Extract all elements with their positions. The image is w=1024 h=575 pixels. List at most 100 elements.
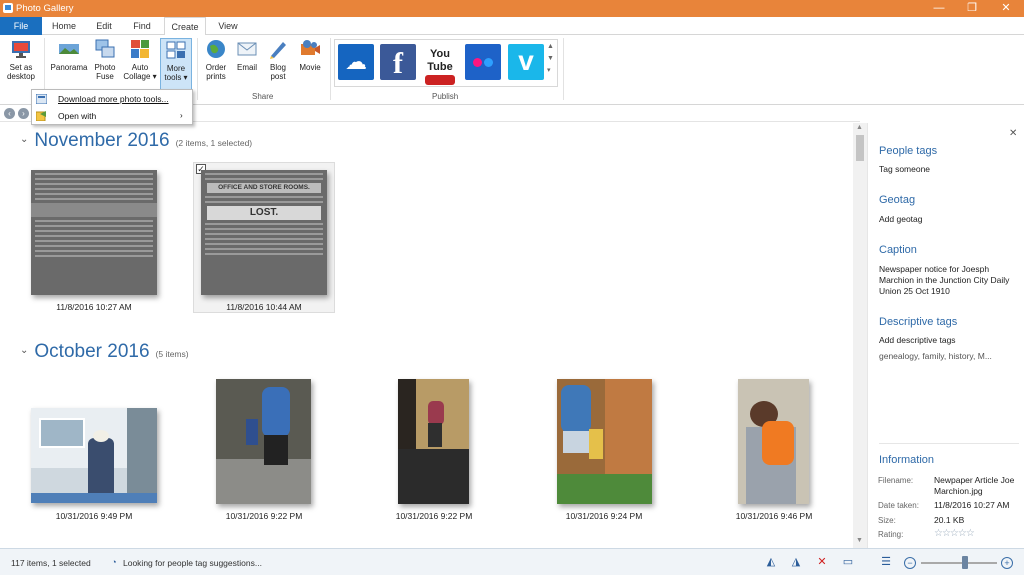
filename-label: Filename: bbox=[878, 476, 914, 485]
thumbnail-caption: 10/31/2016 9:22 PM bbox=[225, 511, 303, 521]
forward-arrow-icon[interactable]: › bbox=[18, 108, 29, 119]
facebook-publish-button[interactable]: f bbox=[380, 44, 416, 80]
more-tools-button[interactable]: More tools ▾ bbox=[160, 38, 192, 90]
rating-stars[interactable]: ☆☆☆☆☆ bbox=[934, 528, 975, 539]
add-descriptive-tags-link[interactable]: Add descriptive tags bbox=[879, 335, 1019, 346]
status-bar: 117 items, 1 selected ◔ Looking for peop… bbox=[0, 548, 1024, 575]
onedrive-publish-button[interactable]: ☁ bbox=[338, 44, 374, 80]
scrollbar-thumb[interactable] bbox=[856, 135, 864, 161]
group-summary: (2 items, 1 selected) bbox=[175, 138, 253, 148]
onedrive-icon: ☁ bbox=[345, 49, 367, 74]
submenu-arrow-icon: › bbox=[180, 111, 183, 120]
set-as-desktop-button[interactable]: Set as desktop bbox=[3, 38, 39, 90]
size-value: 20.1 KB bbox=[934, 515, 965, 525]
back-arrow-icon[interactable]: ‹ bbox=[4, 108, 15, 119]
pane-divider bbox=[879, 443, 1019, 444]
button-label: post bbox=[270, 72, 286, 81]
descriptive-tags-heading: Descriptive tags bbox=[879, 316, 958, 328]
group-title: November 2016 bbox=[34, 130, 170, 151]
photo-fuse-button[interactable]: Photo Fuse bbox=[90, 38, 120, 90]
view-details-icon[interactable]: ☰ bbox=[880, 557, 892, 568]
close-pane-icon[interactable]: ✕ bbox=[1009, 128, 1017, 139]
group-label-share: Share bbox=[252, 92, 274, 101]
thumbnail-caption: 10/31/2016 9:24 PM bbox=[565, 511, 643, 521]
add-geotag-link[interactable]: Add geotag bbox=[879, 214, 1019, 225]
window-title: Photo Gallery bbox=[16, 3, 74, 14]
photo-thumbnail[interactable] bbox=[738, 379, 809, 504]
minimize-button[interactable]: — bbox=[922, 0, 956, 17]
info-pane: ✕ People tags Tag someone Geotag Add geo… bbox=[867, 123, 1024, 548]
zoom-slider-track[interactable] bbox=[921, 562, 997, 564]
tag-someone-link[interactable]: Tag someone bbox=[879, 164, 1019, 175]
photo-thumbnail[interactable] bbox=[398, 379, 469, 504]
desktop-icon bbox=[12, 41, 30, 58]
collage-icon bbox=[131, 40, 149, 58]
newspaper-subhead: OFFICE AND STORE ROOMS. bbox=[207, 183, 321, 193]
rotate-left-icon[interactable]: ◭ bbox=[765, 557, 777, 568]
group-summary: (5 items) bbox=[155, 349, 189, 359]
publish-gallery-scroll[interactable]: ▲ ▼ ▾ bbox=[547, 41, 554, 77]
zoom-slider-knob[interactable] bbox=[962, 556, 968, 569]
information-heading: Information bbox=[879, 454, 935, 466]
photo-thumbnail-selected[interactable]: OFFICE AND STORE ROOMS. LOST. bbox=[201, 170, 327, 295]
tab-view[interactable]: View bbox=[208, 17, 248, 35]
tab-create[interactable]: Create bbox=[164, 17, 206, 36]
button-label: Order bbox=[205, 63, 227, 72]
menu-item-download-more-tools[interactable]: Download more photo tools... bbox=[32, 91, 192, 107]
photo-thumbnail[interactable] bbox=[216, 379, 311, 504]
order-prints-button[interactable]: Order prints bbox=[201, 38, 231, 90]
scroll-up-icon[interactable]: ▲ bbox=[856, 124, 863, 131]
youtube-icon: You Tube bbox=[422, 48, 458, 74]
photo-thumbnail[interactable] bbox=[557, 379, 652, 504]
tab-edit[interactable]: Edit bbox=[86, 17, 122, 35]
maximize-button[interactable]: ❐ bbox=[955, 0, 989, 17]
size-label: Size: bbox=[878, 516, 896, 525]
photo-thumbnail[interactable] bbox=[31, 170, 157, 295]
button-label: Movie bbox=[299, 63, 321, 72]
rotate-right-icon[interactable]: ◮ bbox=[790, 557, 802, 568]
movie-button[interactable]: Movie bbox=[295, 38, 325, 90]
vertical-scrollbar[interactable]: ▲ ▼ bbox=[853, 123, 867, 548]
zoom-out-icon[interactable]: − bbox=[904, 557, 916, 569]
zoom-in-icon[interactable]: + bbox=[1001, 557, 1013, 569]
menu-item-label: Download more photo tools... bbox=[58, 94, 169, 104]
clock-icon: ◔ bbox=[111, 557, 117, 567]
panorama-icon bbox=[59, 44, 79, 54]
tab-home[interactable]: Home bbox=[45, 17, 83, 35]
collapse-chevron-icon[interactable]: ⌄ bbox=[20, 345, 28, 356]
delete-icon[interactable]: ✕ bbox=[816, 557, 828, 568]
panorama-button[interactable]: Panorama bbox=[49, 38, 89, 90]
group-title: October 2016 bbox=[34, 341, 150, 362]
vimeo-publish-button[interactable]: v bbox=[508, 44, 544, 80]
collapse-chevron-icon[interactable]: ⌄ bbox=[20, 134, 28, 145]
blog-post-button[interactable]: Blog post bbox=[264, 38, 292, 90]
download-tools-icon bbox=[36, 94, 47, 104]
button-label: Auto bbox=[131, 63, 149, 72]
youtube-publish-button[interactable]: You Tube bbox=[422, 44, 458, 85]
youtube-logo-text: You Tube bbox=[427, 48, 453, 73]
caption-text[interactable]: Newspaper notice for Joesph Marchion in … bbox=[879, 264, 1019, 297]
tab-file[interactable]: File bbox=[0, 17, 42, 35]
scroll-down-icon[interactable]: ▼ bbox=[856, 537, 863, 544]
slideshow-icon[interactable]: ▭ bbox=[842, 557, 854, 568]
group-header-october-2016[interactable]: ⌄ October 2016 (5 items) bbox=[20, 341, 189, 363]
button-label: Collage ▾ bbox=[123, 72, 157, 81]
group-header-november-2016[interactable]: ⌄ November 2016 (2 items, 1 selected) bbox=[20, 130, 252, 152]
photo-thumbnail[interactable] bbox=[31, 408, 157, 503]
flickr-publish-button[interactable] bbox=[465, 44, 501, 80]
menu-item-open-with[interactable]: Open with › bbox=[32, 108, 192, 124]
auto-collage-button[interactable]: Auto Collage ▾ bbox=[122, 38, 158, 90]
flickr-icon bbox=[465, 44, 501, 80]
more-tools-icon bbox=[166, 41, 186, 59]
thumbnail-caption: 10/31/2016 9:49 PM bbox=[55, 511, 133, 521]
button-label: desktop bbox=[6, 72, 36, 81]
close-window-button[interactable]: ✕ bbox=[989, 0, 1023, 17]
open-with-icon bbox=[36, 111, 46, 121]
tab-find[interactable]: Find bbox=[124, 17, 160, 35]
more-tools-menu: Download more photo tools... Open with › bbox=[31, 89, 193, 125]
email-button[interactable]: Email bbox=[233, 38, 261, 90]
button-label: Email bbox=[236, 63, 257, 72]
title-bar: Photo Gallery — ❐ ✕ bbox=[0, 0, 1024, 17]
button-label: prints bbox=[206, 72, 226, 81]
button-label: Set as bbox=[9, 63, 33, 72]
